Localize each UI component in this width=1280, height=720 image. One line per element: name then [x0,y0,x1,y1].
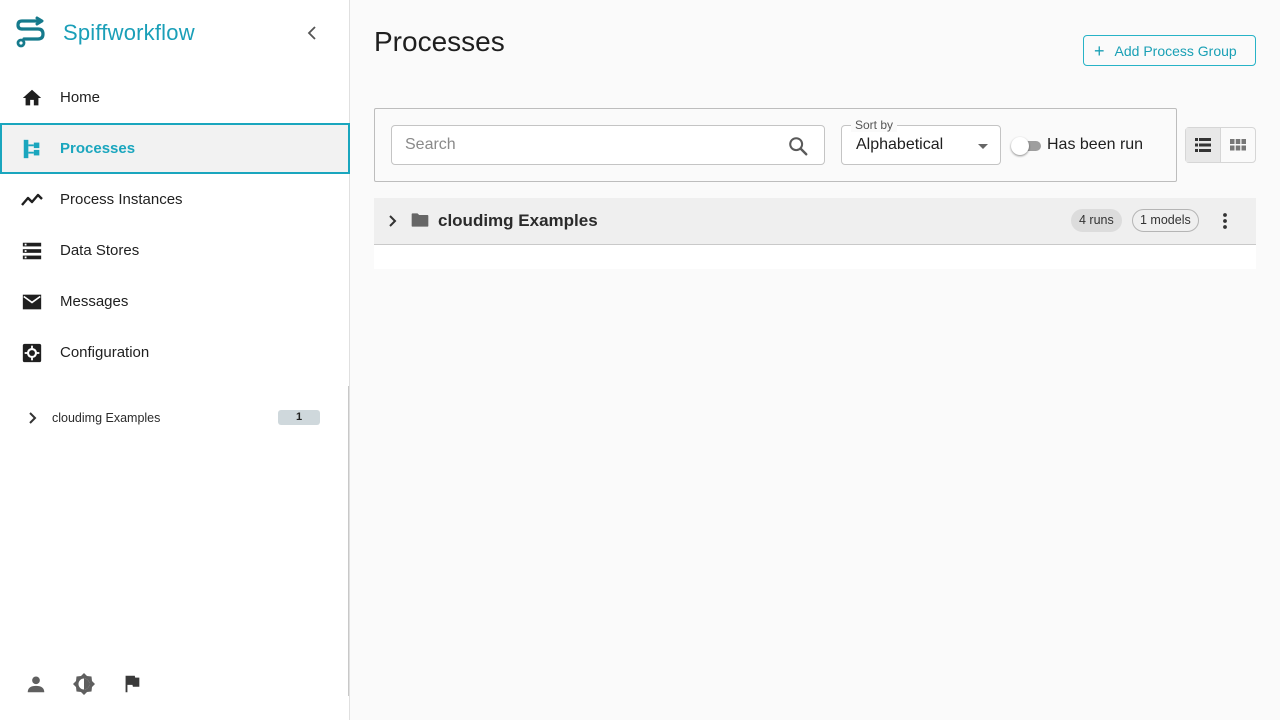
sort-value: Alphabetical [856,136,944,153]
list-view-button[interactable] [1186,128,1221,162]
sidebar-footer [24,672,168,696]
tree-item-label: cloudimg Examples [52,411,161,425]
nav-item-label: Home [60,89,101,106]
nav-item-label: Process Instances [60,191,183,208]
home-icon [20,86,44,110]
sort-select[interactable]: Sort by Alphabetical [841,118,1001,165]
folder-icon [411,213,429,227]
filter-panel: Sort by Alphabetical Has been run [374,108,1177,182]
nav-item-configuration[interactable]: Configuration [0,327,350,378]
plus-icon: + [1094,40,1105,61]
nav-item-home[interactable]: Home [0,72,350,123]
sort-label: Sort by [851,118,898,132]
list-view-icon [1194,138,1211,152]
tree-item-cloudimg-examples[interactable]: cloudimg Examples 1 [0,406,350,430]
main-content: Processes + Add Process Group Sort by Al… [350,0,1280,720]
tree-item-count-badge: 1 [278,410,320,425]
grid-view-button[interactable] [1221,128,1256,162]
app-name: Spiffworkflow [63,20,195,45]
nav-item-label: Messages [60,293,129,310]
add-process-group-label: Add Process Group [1114,42,1237,59]
flag-icon[interactable] [120,672,144,696]
toggle-thumb [1011,137,1029,155]
nav-item-label: Processes [60,140,136,157]
dropdown-caret-icon [978,144,988,149]
trend-line-icon [20,188,44,212]
brightness-icon[interactable] [72,672,96,696]
chevron-right-icon[interactable] [384,213,400,229]
has-been-run-toggle[interactable] [1011,137,1041,155]
process-group-name: cloudimg Examples [438,211,598,230]
chevron-right-icon[interactable] [24,410,40,426]
sidebar-nav: Home Processes Process Instances Data St… [0,72,350,378]
mail-icon [20,290,44,314]
nav-item-processes[interactable]: Processes [0,123,350,174]
more-options-icon[interactable] [1216,210,1234,232]
add-process-group-button[interactable]: + Add Process Group [1083,35,1256,66]
search-input[interactable] [405,136,775,154]
search-icon[interactable] [787,135,809,157]
view-mode-toggle [1185,127,1256,163]
process-tree-icon [20,137,44,161]
grid-view-icon [1229,139,1246,151]
nav-item-label: Configuration [60,344,150,361]
runs-count-chip: 4 runs [1071,209,1122,232]
collapse-sidebar-button[interactable] [300,20,326,46]
page-title: Processes [374,26,505,57]
chevron-left-icon [307,26,316,40]
settings-icon [20,341,44,365]
user-icon[interactable] [24,672,48,696]
brand[interactable]: Spiffworkflow [14,16,195,50]
sidebar-divider [348,386,349,696]
nav-item-data-stores[interactable]: Data Stores [0,225,350,276]
nav-item-label: Data Stores [60,242,140,259]
sidebar: Spiffworkflow Home Processes Process Ins… [0,0,350,720]
data-store-icon [20,239,44,263]
search-field[interactable] [391,125,825,165]
spiffworkflow-logo-icon [16,16,45,48]
process-group-expansion-area [374,245,1256,269]
process-group-row[interactable]: cloudimg Examples 4 runs 1 models [374,198,1256,245]
has-been-run-label: Has been run [1047,136,1144,153]
nav-item-messages[interactable]: Messages [0,276,350,327]
nav-item-process-instances[interactable]: Process Instances [0,174,350,225]
models-count-chip: 1 models [1132,209,1199,232]
